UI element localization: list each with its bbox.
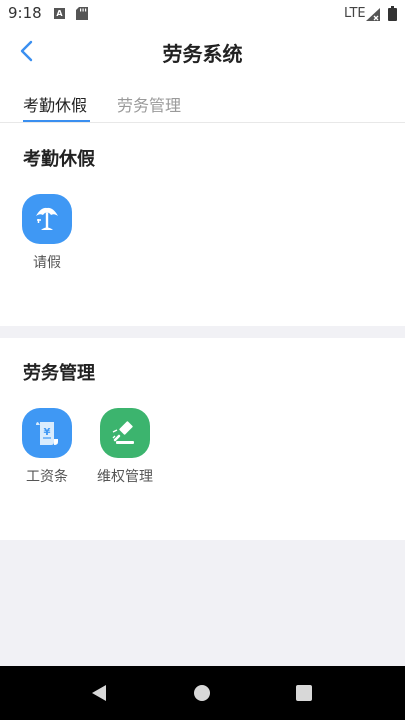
tab-labor-management[interactable]: 劳务管理 <box>117 92 181 116</box>
beach-umbrella-icon <box>22 194 72 244</box>
svg-text:¥: ¥ <box>44 427 51 438</box>
nav-recents-icon[interactable] <box>296 685 312 701</box>
section-title: 考勤休假 <box>23 149 95 170</box>
tab-bar: 考勤休假 劳务管理 <box>0 74 405 123</box>
network-type: LTE <box>344 6 366 21</box>
system-nav-bar <box>0 666 405 720</box>
section-attendance-leave: 考勤休假 请假 <box>0 123 405 326</box>
app-label: 请假 <box>33 255 61 271</box>
status-time: 9:18 <box>8 4 42 22</box>
nav-back-icon[interactable] <box>91 684 107 702</box>
section-labor-management: 劳务管理 ¥ 工资条 维权管理 <box>0 338 405 540</box>
status-bar: 9:18 A LTE <box>0 0 405 28</box>
signal-icon <box>366 8 380 21</box>
page-title: 劳务系统 <box>162 42 243 66</box>
app-leave[interactable]: 请假 <box>17 194 77 272</box>
tab-attendance-leave[interactable]: 考勤休假 <box>23 92 87 116</box>
app-payslip[interactable]: ¥ 工资条 <box>17 408 77 486</box>
section-title: 劳务管理 <box>23 363 95 384</box>
app-rights-protection[interactable]: 维权管理 <box>95 408 155 486</box>
app-header: 劳务系统 <box>0 28 405 74</box>
payslip-scroll-icon: ¥ <box>22 408 72 458</box>
app-label: 维权管理 <box>97 469 153 485</box>
tab-active-indicator <box>23 120 90 122</box>
gavel-icon <box>100 408 150 458</box>
notification-a-icon: A <box>54 8 65 19</box>
battery-icon <box>388 6 397 21</box>
app-label: 工资条 <box>26 469 68 485</box>
sd-card-icon <box>76 7 88 20</box>
nav-home-icon[interactable] <box>194 685 210 701</box>
